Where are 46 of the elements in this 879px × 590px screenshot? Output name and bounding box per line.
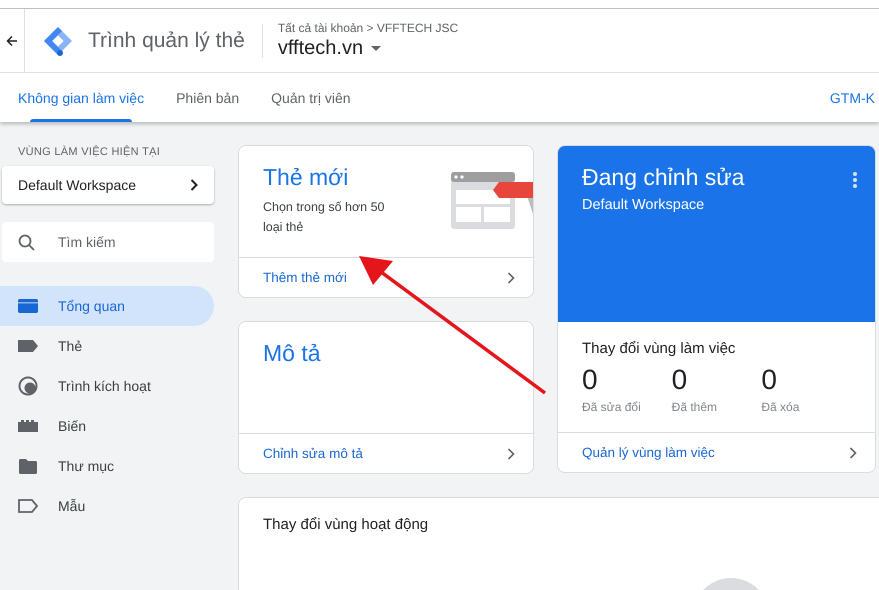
stat-value: 0 [582,364,599,396]
folder-icon [19,458,37,474]
container-selector[interactable]: vfftech.vn [278,37,458,60]
container-id[interactable]: GTM-K [830,90,875,106]
tag-icon [18,340,38,352]
app-title: Trình quản lý thẻ [88,28,245,52]
nav-tab[interactable]: Quản trị viên [271,73,367,122]
card-description: Chọn trong số hơn 50 loại thẻ [263,199,386,236]
stat-label: Đã xóa [761,400,800,414]
chevron-right-icon [507,448,515,460]
banner-title: Đang chỉnh sửa [582,164,746,191]
card-title: Thay đổi vùng hoạt động [263,516,430,533]
sidebar-item[interactable]: Trình kích hoạt [0,366,214,406]
nav-tab[interactable]: Phiên bản [176,73,256,122]
manage-workspaces-link[interactable]: Quản lý vùng làm việc [558,432,875,472]
more-vertical-icon [853,172,857,188]
diamond-logo-icon [42,24,74,56]
nav-tab[interactable]: Không gian làm việc [18,73,160,122]
card-title: Thẻ mới [263,164,350,191]
search-icon [18,234,35,251]
sidebar-item[interactable]: Biến [0,406,214,446]
sidebar-item[interactable]: Thư mục [0,446,214,486]
workspace-name: Default Workspace [582,197,706,213]
edit-description-link[interactable]: Chỉnh sửa mô tả [239,433,533,473]
breadcrumb[interactable]: Tất cả tài khoản > VFFTECH JSC [278,21,458,35]
stat-value: 0 [672,364,688,396]
chevron-right-icon [849,446,857,458]
blocks-icon [18,420,38,432]
workspace-selector[interactable]: Default Workspace [2,166,214,204]
changes-title: Thay đổi vùng làm việc [582,340,736,357]
stat-label: Đã thêm [672,400,718,414]
card-title: Mô tả [263,340,322,367]
sidebar-item[interactable]: Thẻ [0,326,214,366]
back-arrow-icon [6,34,18,46]
chevron-right-icon [190,179,198,191]
stat-value: 0 [761,364,778,396]
overview-card-icon [18,299,38,313]
stat-label: Đã sửa đổi [582,400,642,414]
trigger-icon [18,376,38,396]
section-label: VÙNG LÀM VIỆC HIỆN TẠI [18,146,160,158]
dropdown-caret-icon [371,46,382,51]
chevron-right-icon [507,272,515,284]
search-field[interactable]: Tìm kiếm [2,222,214,262]
sidebar-item[interactable]: Tổng quan [0,286,214,326]
sidebar-item[interactable]: Mẫu [0,486,214,526]
tag-outline-icon [18,499,38,513]
